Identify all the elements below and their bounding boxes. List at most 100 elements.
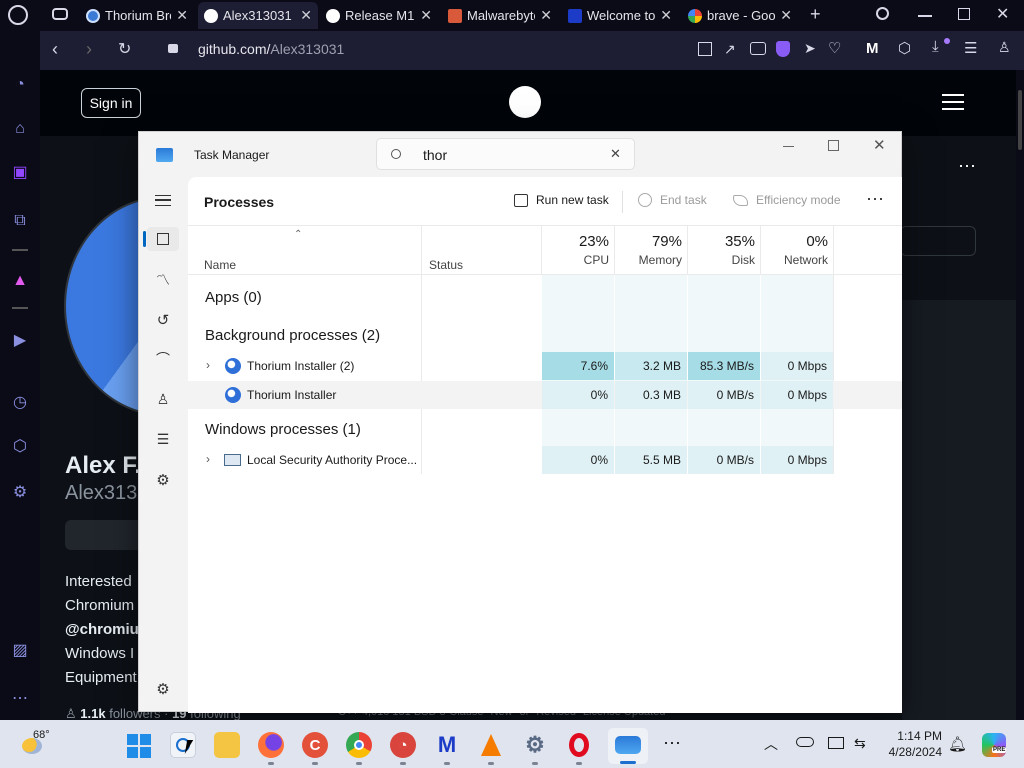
- processes-nav-icon[interactable]: [147, 227, 179, 251]
- close-tab-icon[interactable]: ✕: [300, 7, 312, 24]
- aria-icon[interactable]: ▲: [10, 271, 30, 291]
- notification-bell-icon[interactable]: 🔔︎: [948, 735, 967, 753]
- browser-scrollbar[interactable]: [1016, 70, 1024, 720]
- details-nav-icon[interactable]: ☰: [151, 427, 175, 451]
- close-tab-icon[interactable]: ✕: [780, 7, 792, 24]
- sign-in-button[interactable]: Sign in: [81, 88, 141, 118]
- download-icon[interactable]: ⤓: [932, 38, 939, 55]
- cube-icon[interactable]: ⬡: [10, 437, 30, 457]
- extension-icon[interactable]: ⌂: [10, 119, 30, 139]
- start-windows-icon[interactable]: [127, 734, 151, 758]
- close-tab-icon[interactable]: ✕: [176, 7, 188, 24]
- column-network[interactable]: 0% Network: [761, 233, 834, 267]
- column-cpu[interactable]: 23% CPU: [542, 233, 615, 267]
- network-volume-icon[interactable]: ⇆: [854, 735, 866, 752]
- restore-browser-icon[interactable]: [958, 8, 970, 20]
- overflow-apps-icon[interactable]: ⋯: [663, 733, 681, 754]
- gamepad-icon[interactable]: [52, 8, 68, 20]
- back-icon[interactable]: ‹: [52, 39, 58, 60]
- github-logo-icon[interactable]: [509, 86, 541, 118]
- lock-icon[interactable]: [168, 44, 178, 53]
- ccleaner-icon[interactable]: C: [302, 732, 328, 758]
- close-window-icon[interactable]: ✕: [873, 136, 886, 154]
- onedrive-icon[interactable]: [796, 737, 814, 747]
- close-tab-icon[interactable]: ✕: [420, 7, 432, 24]
- search-input[interactable]: thor: [423, 147, 447, 163]
- tab-welcome[interactable]: Welcome to ✕: [562, 2, 678, 29]
- tab-malwarebytes[interactable]: Malwarebyte ✕: [442, 2, 558, 29]
- chip-icon[interactable]: ⧉: [10, 211, 30, 231]
- column-disk[interactable]: 35% Disk: [688, 233, 761, 267]
- speed-dial-icon[interactable]: ◔: [10, 75, 30, 95]
- forward-icon[interactable]: ›: [86, 39, 92, 60]
- browser-menu-icon[interactable]: [8, 5, 28, 25]
- search-box[interactable]: thor ✕: [376, 138, 635, 170]
- tab-release[interactable]: Release M12 ✕: [320, 2, 438, 29]
- share-icon[interactable]: ↗: [724, 41, 736, 58]
- close-tab-icon[interactable]: ✕: [540, 7, 552, 24]
- tab-google-brave[interactable]: brave - Goo ✕: [682, 2, 798, 29]
- profile-icon[interactable]: ♙: [998, 39, 1011, 56]
- group-windows[interactable]: Windows processes (1): [205, 421, 361, 438]
- shield-icon[interactable]: [776, 41, 790, 57]
- address-bar[interactable]: github.com/Alex313031: [198, 41, 344, 57]
- box-icon[interactable]: ⬡: [898, 39, 911, 57]
- new-tab-icon[interactable]: +: [810, 4, 821, 25]
- minimize-browser-icon[interactable]: [918, 15, 932, 17]
- column-memory[interactable]: 79% Memory: [615, 233, 688, 267]
- hamburger-nav-icon[interactable]: [151, 188, 175, 212]
- easy-setup-icon[interactable]: ☰: [964, 39, 977, 57]
- opera-icon[interactable]: [566, 732, 592, 758]
- file-explorer-icon[interactable]: [214, 732, 240, 758]
- copilot-icon[interactable]: PRE: [982, 733, 1007, 757]
- hamburger-menu-icon[interactable]: [942, 94, 964, 110]
- show-hidden-icons-chevron-icon[interactable]: ︿: [764, 734, 778, 754]
- column-status[interactable]: Status: [429, 258, 463, 272]
- task-manager-taskbar-icon[interactable]: [615, 736, 641, 754]
- clear-search-icon[interactable]: ✕: [610, 146, 621, 162]
- more-icon[interactable]: ⋯: [10, 689, 30, 709]
- end-task-button[interactable]: End task: [638, 193, 707, 207]
- reader-icon[interactable]: [698, 42, 712, 56]
- close-browser-icon[interactable]: ✕: [996, 4, 1009, 24]
- column-name[interactable]: Name: [204, 258, 236, 272]
- gallery-icon[interactable]: ▨: [10, 641, 30, 661]
- more-options-icon[interactable]: ⋯: [958, 156, 976, 177]
- tab-thorium[interactable]: Thorium Bro ✕: [80, 2, 194, 29]
- performance-nav-icon[interactable]: 〽: [151, 268, 175, 292]
- firefox-icon[interactable]: [258, 732, 284, 758]
- vlc-icon[interactable]: [478, 732, 504, 758]
- settings-nav-icon[interactable]: ⚙: [151, 677, 175, 701]
- search-field-edge[interactable]: [900, 226, 976, 256]
- expand-chevron-icon[interactable]: ›: [206, 358, 210, 372]
- camera-icon[interactable]: [750, 42, 766, 55]
- table-row[interactable]: › Local Security Authority Proce... 0% 5…: [188, 446, 902, 474]
- group-background[interactable]: Background processes (2): [205, 327, 380, 344]
- startup-apps-nav-icon[interactable]: ⌒: [151, 347, 175, 371]
- more-actions-icon[interactable]: ⋯: [866, 189, 884, 210]
- group-apps[interactable]: Apps (0): [205, 289, 262, 306]
- clock[interactable]: 1:14 PM 4/28/2024: [880, 728, 942, 760]
- history-icon[interactable]: ◷: [10, 393, 30, 413]
- heart-icon[interactable]: ♡: [828, 39, 841, 57]
- app-history-nav-icon[interactable]: ↺: [151, 308, 175, 332]
- scrollbar-thumb[interactable]: [1018, 90, 1022, 150]
- send-icon[interactable]: ➤: [804, 40, 816, 57]
- table-row[interactable]: Thorium Installer 0% 0.3 MB 0 MB/s 0 Mbp…: [188, 381, 902, 409]
- services-nav-icon[interactable]: ⚙: [151, 468, 175, 492]
- expand-chevron-icon[interactable]: ›: [206, 452, 210, 466]
- ccleaner-browser-icon[interactable]: ◔: [390, 732, 416, 758]
- malwarebytes-extension-icon[interactable]: M: [866, 40, 879, 57]
- run-new-task-button[interactable]: Run new task: [514, 193, 609, 207]
- twitch-icon[interactable]: ▣: [10, 163, 30, 183]
- users-nav-icon[interactable]: ♙: [151, 387, 175, 411]
- minimize-icon[interactable]: [783, 146, 794, 147]
- close-tab-icon[interactable]: ✕: [660, 7, 672, 24]
- chrome-icon[interactable]: [346, 732, 372, 758]
- table-row[interactable]: › Thorium Installer (2) 7.6% 3.2 MB 85.3…: [188, 352, 902, 380]
- maximize-icon[interactable]: [828, 140, 839, 151]
- tab-github-alex[interactable]: Alex313031 / ✕: [198, 2, 318, 29]
- reload-icon[interactable]: ↻: [118, 39, 131, 59]
- player-icon[interactable]: ▶: [10, 331, 30, 351]
- display-icon[interactable]: [828, 737, 844, 749]
